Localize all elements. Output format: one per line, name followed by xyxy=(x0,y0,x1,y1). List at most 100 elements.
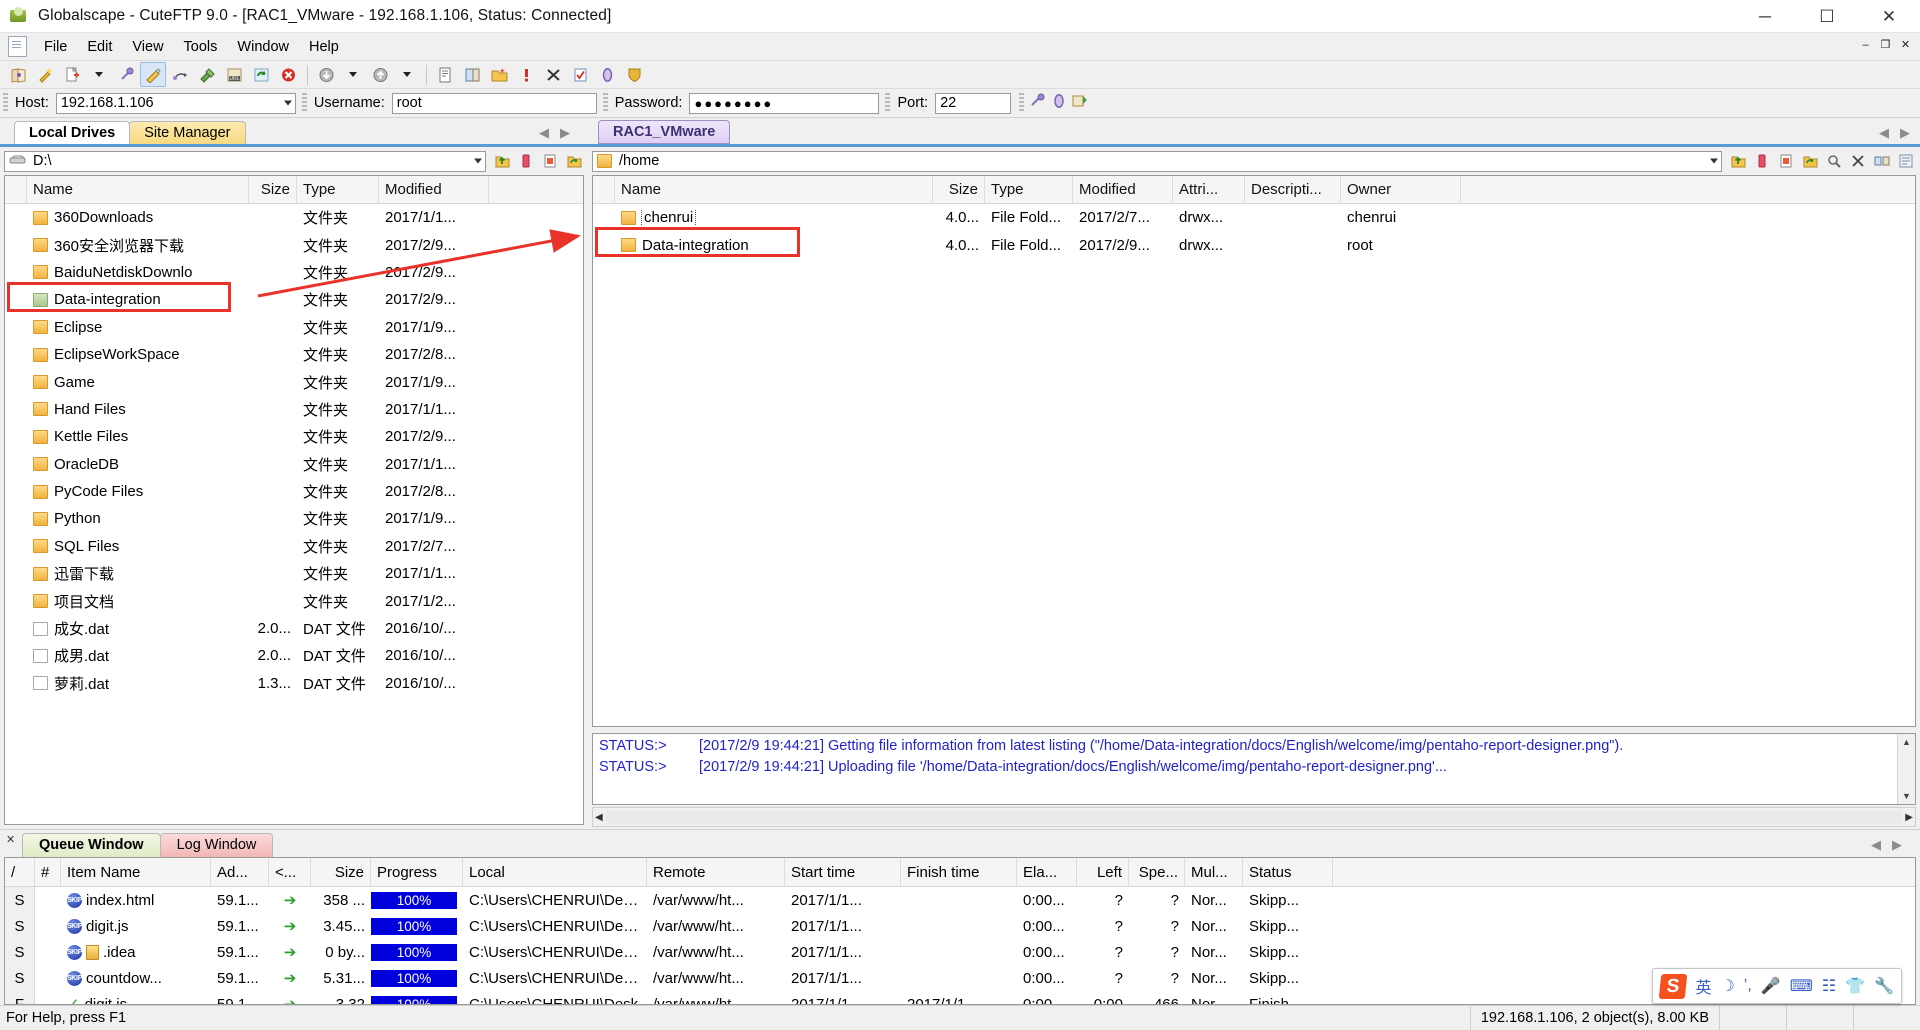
connection-wizard-icon[interactable] xyxy=(32,62,58,87)
port-input[interactable]: 22 xyxy=(935,93,1011,114)
close-button[interactable]: ✕ xyxy=(1858,0,1920,32)
column-header-descripti[interactable]: Descripti... xyxy=(1245,176,1341,203)
delete-local-icon[interactable] xyxy=(514,150,537,172)
new-local-folder-icon[interactable] xyxy=(538,150,561,172)
local-file-row[interactable]: Python文件夹2017/1/9... xyxy=(5,505,583,532)
menu-file[interactable]: File xyxy=(34,36,77,58)
column-header-name[interactable]: Name xyxy=(27,176,249,203)
queue-state-cell[interactable]: F xyxy=(5,991,35,1005)
remote-search-icon[interactable] xyxy=(1822,150,1845,172)
delete-icon[interactable] xyxy=(540,62,566,87)
toolbar-grip[interactable] xyxy=(3,93,8,113)
tab-site-manager[interactable]: Site Manager xyxy=(129,121,245,144)
column-header-col4[interactable]: <... xyxy=(269,858,311,886)
stop-icon[interactable] xyxy=(275,62,301,87)
refresh-local-icon[interactable] xyxy=(562,150,585,172)
chevron-down-icon[interactable] xyxy=(284,101,292,106)
local-file-row[interactable]: Hand Files文件夹2017/1/1... xyxy=(5,396,583,423)
upload-icon[interactable] xyxy=(367,62,393,87)
local-file-row[interactable]: Data-integration文件夹2017/2/9... xyxy=(5,286,583,313)
local-file-row[interactable]: 项目文档文件夹2017/1/2... xyxy=(5,587,583,614)
menu-window[interactable]: Window xyxy=(227,36,299,58)
refresh-icon[interactable] xyxy=(248,62,274,87)
remote-list-rows[interactable]: chenrui4.0...File Fold...2017/2/7...drwx… xyxy=(593,204,1915,726)
security-icon[interactable] xyxy=(621,62,647,87)
column-header-ela[interactable]: Ela... xyxy=(1017,858,1077,886)
column-header-mul[interactable]: Mul... xyxy=(1185,858,1243,886)
remote-file-row[interactable]: chenrui4.0...File Fold...2017/2/7...drwx… xyxy=(593,204,1915,231)
local-file-row[interactable]: OracleDB文件夹2017/1/1... xyxy=(5,451,583,478)
column-header-itemname[interactable]: Item Name xyxy=(61,858,211,886)
column-header-col0[interactable] xyxy=(593,176,615,203)
remote-file-name-cell[interactable]: chenrui xyxy=(615,209,933,226)
column-header-starttime[interactable]: Start time xyxy=(785,858,901,886)
password-grip[interactable] xyxy=(603,93,608,113)
remote-parent-folder-icon[interactable] xyxy=(1726,150,1749,172)
download-icon[interactable] xyxy=(313,62,339,87)
open-site-manager-icon[interactable] xyxy=(5,62,31,87)
column-header-size[interactable]: Size xyxy=(933,176,985,203)
hscroll-thumb[interactable] xyxy=(606,811,1903,824)
file-name-cell[interactable]: BaiduNetdiskDownlo xyxy=(27,264,249,281)
host-input[interactable]: 192.168.1.106 xyxy=(56,93,296,114)
mdi-restore-icon[interactable]: – xyxy=(1857,37,1874,54)
file-name-cell[interactable]: Kettle Files xyxy=(27,428,249,445)
remote-properties-icon[interactable] xyxy=(1894,150,1917,172)
column-header-remote[interactable]: Remote xyxy=(647,858,785,886)
column-header-col0[interactable] xyxy=(5,176,27,203)
edit-file-icon[interactable] xyxy=(432,62,458,87)
tab-local-drives[interactable]: Local Drives xyxy=(14,121,130,144)
local-file-row[interactable]: 360安全浏览器下载文件夹2017/2/9... xyxy=(5,231,583,258)
queue-tab-prev-icon[interactable]: ◀ xyxy=(1871,837,1881,853)
local-list-rows[interactable]: 360Downloads文件夹2017/1/1...360安全浏览器下载文件夹2… xyxy=(5,204,583,824)
status-log-hscrollbar[interactable]: ◀ ▶ xyxy=(592,807,1916,827)
remote-refresh-icon[interactable] xyxy=(1798,150,1821,172)
menu-help[interactable]: Help xyxy=(299,36,349,58)
upload-dropdown-icon[interactable] xyxy=(394,62,420,87)
column-header-size[interactable]: Size xyxy=(249,176,297,203)
column-header-left[interactable]: Left xyxy=(1077,858,1129,886)
new-folder-icon[interactable] xyxy=(486,62,512,87)
file-name-cell[interactable]: SQL Files xyxy=(27,538,249,555)
local-file-row[interactable]: BaiduNetdiskDownlo文件夹2017/2/9... xyxy=(5,259,583,286)
disconnect-icon[interactable] xyxy=(194,62,220,87)
queue-table[interactable]: /#Item NameAd...<...SizeProgressLocalRem… xyxy=(4,857,1916,1005)
remote-tab-next-icon[interactable]: ▶ xyxy=(1900,125,1910,141)
file-name-cell[interactable]: 360安全浏览器下载 xyxy=(27,235,249,256)
file-name-cell[interactable]: Data-integration xyxy=(27,291,249,308)
remote-delete-icon[interactable] xyxy=(1750,150,1773,172)
file-name-cell[interactable]: OracleDB xyxy=(27,456,249,473)
scroll-down-icon[interactable]: ▼ xyxy=(1902,788,1911,804)
column-header-spe[interactable]: Spe... xyxy=(1129,858,1185,886)
mdi-close-icon[interactable]: ✕ xyxy=(1897,37,1914,54)
ime-punctuation-icon[interactable]: ’, xyxy=(1744,977,1752,995)
column-header-finishtime[interactable]: Finish time xyxy=(901,858,1017,886)
tab-queue-window[interactable]: Queue Window xyxy=(22,833,161,857)
connect-actions-grip[interactable] xyxy=(1019,93,1024,113)
file-name-cell[interactable]: Eclipse xyxy=(27,319,249,336)
column-header-attri[interactable]: Attri... xyxy=(1173,176,1245,203)
queue-row[interactable]: SSKIPindex.html59.1...➔358 ...100%C:\Use… xyxy=(5,887,1915,913)
remote-path-input[interactable]: /home xyxy=(592,151,1722,172)
queue-row[interactable]: SSKIP.idea59.1...➔0 by...100%C:\Users\CH… xyxy=(5,939,1915,965)
file-name-cell[interactable]: 成女.dat xyxy=(27,618,249,639)
username-input[interactable]: root xyxy=(392,93,597,114)
file-name-cell[interactable]: 迅雷下载 xyxy=(27,563,249,584)
local-file-row[interactable]: Game文件夹2017/1/9... xyxy=(5,368,583,395)
status-log-scrollbar[interactable]: ▲ ▼ xyxy=(1897,734,1915,804)
queue-close-icon[interactable]: ✕ xyxy=(6,833,15,846)
menu-edit[interactable]: Edit xyxy=(77,36,122,58)
scroll-up-icon[interactable]: ▲ xyxy=(1902,734,1911,750)
parent-folder-icon[interactable] xyxy=(490,150,513,172)
port-grip[interactable] xyxy=(885,93,890,113)
remote-file-list[interactable]: NameSizeTypeModifiedAttri...Descripti...… xyxy=(592,175,1916,727)
queue-row[interactable]: SSKIPcountdow...59.1...➔5.31...100%C:\Us… xyxy=(5,965,1915,991)
encrypt-icon[interactable] xyxy=(594,62,620,87)
queue-item-name-cell[interactable]: SKIP.idea xyxy=(61,944,211,961)
remote-close-icon[interactable] xyxy=(1846,150,1869,172)
remote-sync-icon[interactable] xyxy=(1870,150,1893,172)
file-name-cell[interactable]: 成男.dat xyxy=(27,645,249,666)
column-header-local[interactable]: Local xyxy=(463,858,647,886)
column-header-size[interactable]: Size xyxy=(311,858,371,886)
file-name-cell[interactable]: Hand Files xyxy=(27,401,249,418)
